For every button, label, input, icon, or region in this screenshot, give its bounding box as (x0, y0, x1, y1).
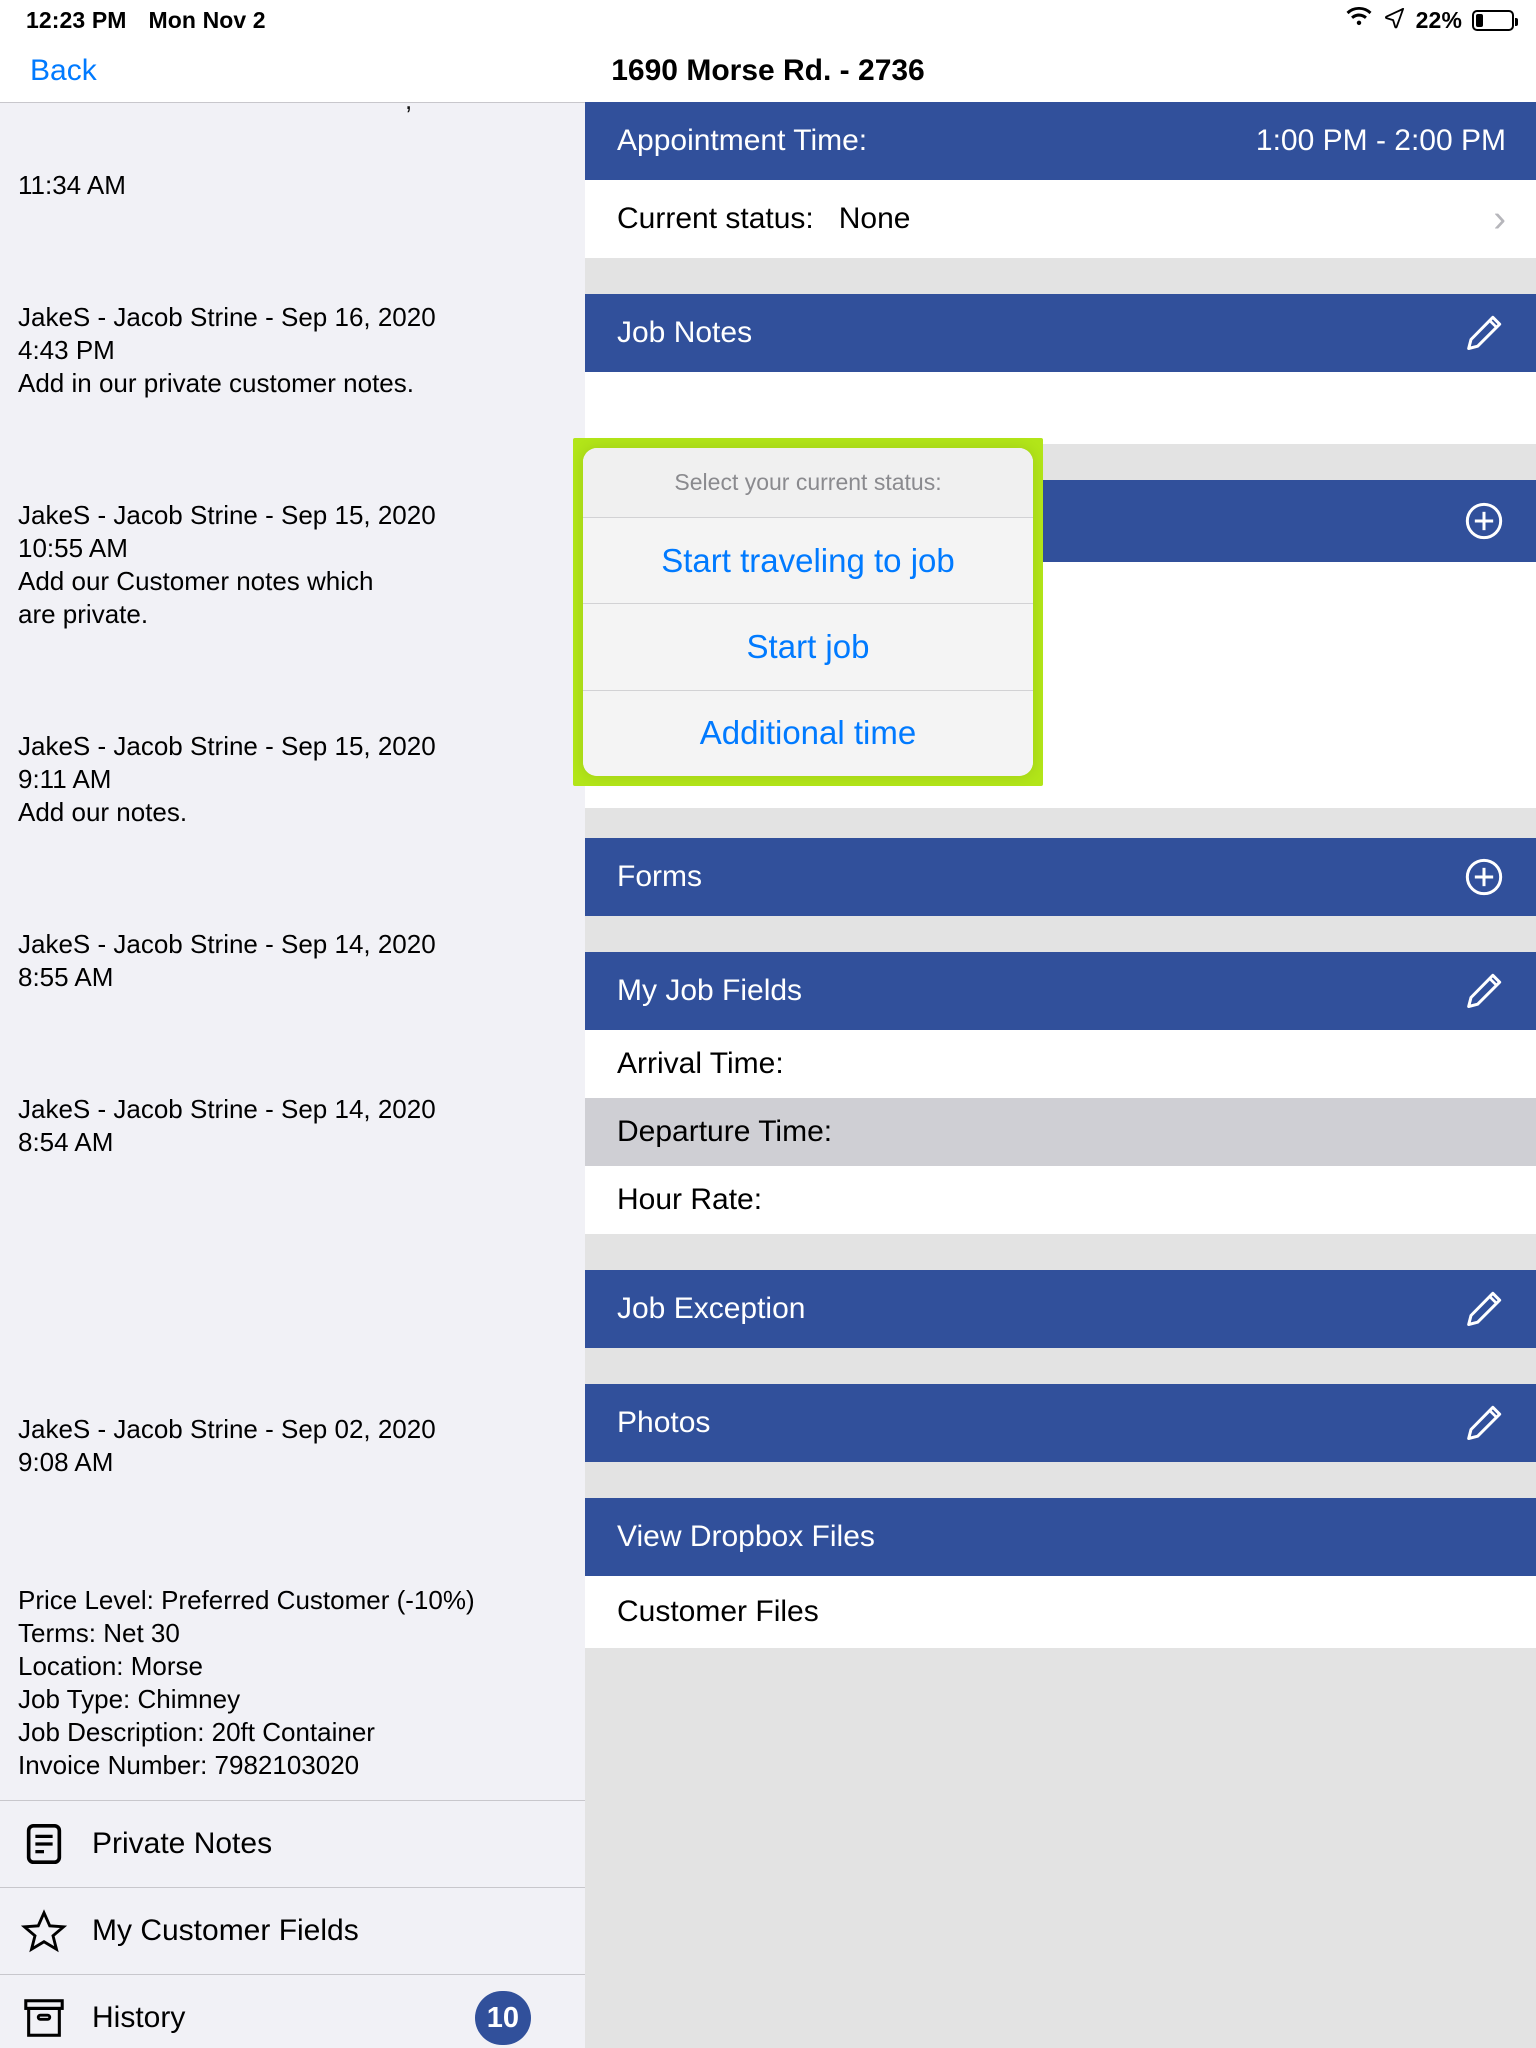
action-sheet-option-additional-time[interactable]: Additional time (583, 690, 1033, 776)
pencil-icon[interactable] (1462, 969, 1506, 1013)
battery-percent: 22% (1415, 6, 1462, 33)
current-status-value: None (838, 202, 911, 235)
plus-circle-icon[interactable] (1462, 499, 1506, 543)
chevron-right-icon: › (1493, 198, 1506, 240)
job-field-row-departure-time[interactable]: Departure Time: (585, 1098, 1536, 1166)
navigation-bar: Back 1690 Morse Rd. - 2736 (0, 40, 1536, 102)
sidebar-item-label: Private Notes (92, 1827, 273, 1860)
job-field-row-hour-rate[interactable]: Hour Rate: (585, 1166, 1536, 1234)
info-line-terms: Terms: Net 30 (18, 1618, 180, 1648)
page-title: 1690 Morse Rd. - 2736 (611, 54, 925, 87)
action-sheet-option-start-traveling[interactable]: Start traveling to job (583, 518, 1033, 605)
section-divider (585, 258, 1536, 294)
action-sheet-title: Select your current status: (583, 448, 1033, 518)
status-time: 12:23 PM (26, 6, 127, 33)
status-action-sheet[interactable]: Select your current status: Start travel… (583, 448, 1033, 776)
forms-label: Forms (617, 860, 702, 893)
job-notes-header: Job Notes (585, 294, 1536, 372)
job-notes-body[interactable] (585, 372, 1536, 444)
customer-info-summary: Price Level: Preferred Customer (-10%) T… (0, 1578, 585, 1782)
status-bar: 12:23 PM Mon Nov 2 22% (0, 0, 1536, 40)
customer-detail-sidebar[interactable]: , 11:34 AM JakeS - Jacob Strine - Sep 16… (0, 102, 585, 2048)
status-action-sheet-highlight: Select your current status: Start travel… (573, 438, 1043, 786)
sidebar-item-private-notes[interactable]: Private Notes (0, 1800, 585, 1887)
info-line-invoice-number: Invoice Number: 7982103020 (18, 1750, 360, 1780)
archive-box-icon (18, 1992, 70, 2044)
plus-circle-icon[interactable] (1462, 855, 1506, 899)
current-status-row[interactable]: Current status: None › (585, 180, 1536, 258)
sidebar-item-label: My Customer Fields (92, 1914, 359, 1947)
battery-icon (1472, 9, 1518, 31)
customer-files-row[interactable]: Customer Files (585, 1576, 1536, 1648)
job-field-label: Departure Time: (617, 1115, 833, 1148)
note-entry: JakeS - Jacob Strine - Sep 02, 2020 9:08… (18, 1414, 436, 1477)
info-line-job-type: Job Type: Chimney (18, 1684, 241, 1714)
my-job-fields-label: My Job Fields (617, 974, 803, 1007)
current-status-text: Current status: None (617, 202, 910, 236)
my-job-fields-header: My Job Fields (585, 952, 1536, 1030)
pencil-icon[interactable] (1462, 1287, 1506, 1331)
clipped-text-artifact: , (405, 103, 412, 116)
section-divider (585, 1234, 1536, 1270)
pencil-icon[interactable] (1462, 311, 1506, 355)
section-divider (585, 808, 1536, 838)
app-screen: 12:23 PM Mon Nov 2 22% Back 1690 Morse R… (0, 0, 1536, 2048)
job-field-label: Arrival Time: (617, 1047, 784, 1080)
section-divider (585, 916, 1536, 952)
customer-notes-scroll[interactable]: , 11:34 AM JakeS - Jacob Strine - Sep 16… (0, 103, 585, 2048)
section-divider (585, 1462, 1536, 1498)
note-entry: JakeS - Jacob Strine - Sep 15, 2020 9:11… (18, 731, 436, 827)
view-dropbox-files-header[interactable]: View Dropbox Files (585, 1498, 1536, 1576)
appointment-time-label: Appointment Time: (617, 124, 868, 157)
notes-document-icon (18, 1818, 70, 1870)
sidebar-item-my-customer-fields[interactable]: My Customer Fields (0, 1887, 585, 1974)
sidebar-item-history[interactable]: History 10 (0, 1974, 585, 2048)
appointment-time-header: Appointment Time: 1:00 PM - 2:00 PM (585, 102, 1536, 180)
forms-header: Forms (585, 838, 1536, 916)
star-icon (18, 1905, 70, 1957)
customer-notes-list: 11:34 AM JakeS - Jacob Strine - Sep 16, … (0, 103, 585, 1578)
note-entry: JakeS - Jacob Strine - Sep 15, 2020 10:5… (18, 500, 436, 629)
job-notes-label: Job Notes (617, 316, 753, 349)
job-exception-label: Job Exception (617, 1292, 806, 1325)
info-line-price-level: Price Level: Preferred Customer (-10%) (18, 1585, 475, 1615)
info-line-location: Location: Morse (18, 1651, 203, 1681)
location-arrow-icon (1383, 6, 1406, 35)
note-entry: JakeS - Jacob Strine - Sep 16, 2020 4:43… (18, 302, 436, 398)
customer-files-label: Customer Files (617, 1595, 819, 1628)
action-sheet-option-start-job[interactable]: Start job (583, 604, 1033, 691)
note-entry: 11:34 AM (18, 170, 126, 200)
job-detail-panel[interactable]: Appointment Time: 1:00 PM - 2:00 PM Curr… (585, 102, 1536, 2048)
status-bar-left: 12:23 PM Mon Nov 2 (26, 7, 266, 34)
job-field-row-arrival-time[interactable]: Arrival Time: (585, 1030, 1536, 1098)
job-field-label: Hour Rate: (617, 1183, 763, 1216)
status-bar-right: 22% (1345, 6, 1518, 35)
job-exception-header: Job Exception (585, 1270, 1536, 1348)
note-entry: JakeS - Jacob Strine - Sep 14, 2020 8:54… (18, 1094, 436, 1157)
appointment-time-value: 1:00 PM - 2:00 PM (1255, 124, 1506, 157)
status-date: Mon Nov 2 (148, 6, 266, 33)
current-status-label: Current status: (617, 202, 814, 235)
section-divider (585, 1348, 1536, 1384)
pencil-icon[interactable] (1462, 1401, 1506, 1445)
sidebar-item-label: History (92, 2001, 186, 2034)
note-entry: JakeS - Jacob Strine - Sep 14, 2020 8:55… (18, 929, 436, 992)
sidebar-menu: Private Notes My Customer Fields History… (0, 1800, 585, 2048)
info-line-job-description: Job Description: 20ft Container (18, 1717, 375, 1747)
section-divider (585, 1648, 1536, 1684)
view-dropbox-files-label: View Dropbox Files (617, 1520, 875, 1553)
photos-label: Photos (617, 1406, 711, 1439)
photos-header: Photos (585, 1384, 1536, 1462)
sidebar-item-badge: 10 (474, 1991, 531, 2045)
wifi-icon (1345, 6, 1373, 34)
note-entry-spacer (18, 1258, 567, 1314)
